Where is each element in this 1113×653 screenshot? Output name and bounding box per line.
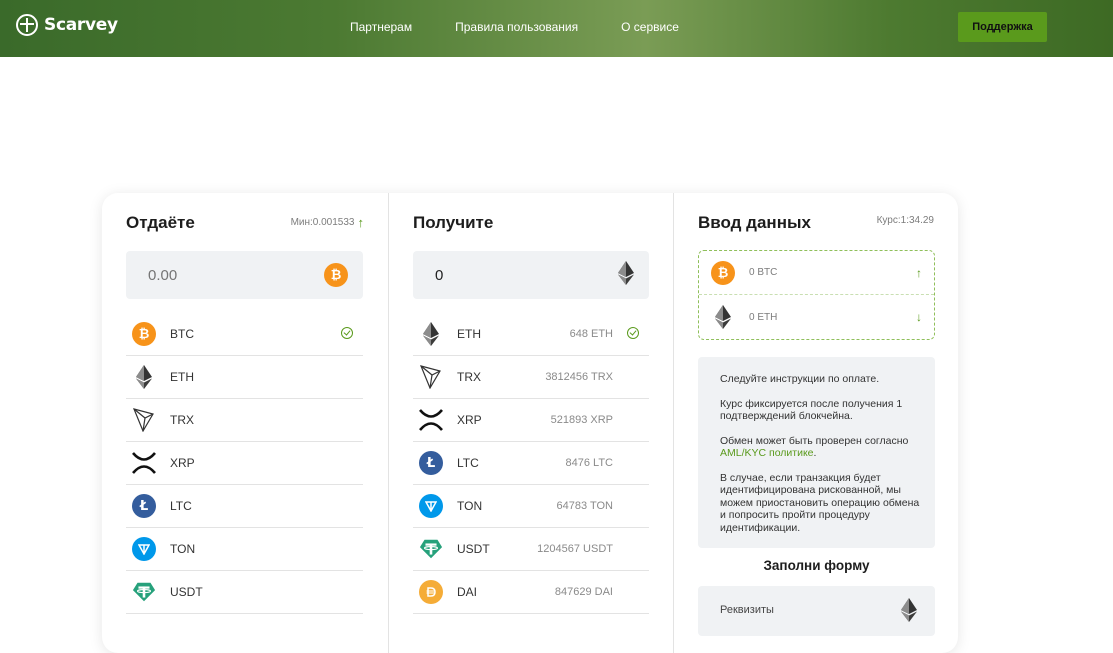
reserve-amount: 8476 LTC (565, 457, 614, 469)
currency-label: ETH (457, 327, 481, 341)
header: Scarvey Партнерам Правила пользования О … (0, 0, 1113, 57)
give-item-ton[interactable]: TON (126, 528, 363, 571)
summary-send-value: 0 BTC (749, 267, 778, 278)
currency-label: USDT (170, 585, 203, 599)
exchange-card: Отдаёте Мин:0.001533 ↑ ₿ ₿ BTC ETH (102, 193, 958, 653)
arrow-down-icon: ↓ (916, 310, 922, 324)
rate-label: Курс:1:34.29 (876, 215, 934, 226)
eth-icon (618, 260, 634, 290)
ltc-icon: Ł (419, 451, 443, 475)
nav-partners[interactable]: Партнерам (350, 20, 412, 34)
receive-item-ton[interactable]: TON 64783 TON (413, 485, 649, 528)
form-title: Заполни форму (763, 558, 870, 573)
usdt-icon (419, 537, 443, 561)
support-button[interactable]: Поддержка (958, 12, 1047, 42)
arrow-up-icon: ↑ (357, 215, 365, 230)
trx-icon (419, 365, 443, 389)
give-amount-box: ₿ (126, 251, 363, 299)
currency-label: XRP (170, 456, 195, 470)
xrp-icon (419, 408, 443, 432)
currency-label: DAI (457, 585, 478, 599)
exchange-summary: ₿ 0 BTC ↑ 0 ETH ↓ (698, 250, 935, 340)
give-item-trx[interactable]: TRX (126, 399, 363, 442)
instruction-1: Следуйте инструкции по оплате. (720, 373, 880, 385)
give-title: Отдаёте (126, 213, 195, 232)
receive-amount-input[interactable] (435, 266, 575, 284)
requisites-field[interactable]: Реквизиты (698, 586, 935, 636)
currency-label: TON (170, 542, 196, 556)
ton-icon (132, 537, 156, 561)
details-title: Ввод данных (698, 213, 811, 232)
min-amount: Мин:0.001533 ↑ (291, 215, 364, 230)
min-amount-label: Мин:0.001533 (290, 217, 355, 228)
currency-label: TON (457, 499, 483, 513)
eth-icon (711, 305, 735, 329)
aml-kyc-link[interactable]: AML/KYC политике (720, 447, 814, 459)
eth-icon (132, 365, 156, 389)
give-item-btc[interactable]: ₿ BTC (126, 313, 363, 356)
receive-amount-box (413, 251, 649, 299)
instruction-3: Обмен может быть проверен согласно AML/K… (720, 434, 909, 460)
give-item-ltc[interactable]: Ł LTC (126, 485, 363, 528)
reserve-amount: 3812456 TRX (545, 371, 613, 383)
receive-item-eth[interactable]: ETH 648 ETH (413, 313, 649, 356)
give-item-usdt[interactable]: USDT (126, 571, 363, 614)
instructions-panel: Следуйте инструкции по оплате. Курс фикс… (698, 357, 935, 548)
instruction-4: В случае, если транзакция будет идентифи… (720, 471, 920, 534)
details-column: Ввод данных Курс:1:34.29 ₿ 0 BTC ↑ 0 ETH… (673, 193, 958, 653)
give-item-eth[interactable]: ETH (126, 356, 363, 399)
btc-icon: ₿ (711, 260, 735, 285)
nav-terms[interactable]: Правила пользования (455, 20, 578, 34)
xrp-icon (132, 451, 156, 475)
currency-label: BTC (170, 327, 194, 341)
currency-label: ETH (170, 370, 194, 384)
eth-icon (419, 322, 443, 346)
arrow-up-icon: ↑ (916, 265, 922, 280)
btc-icon: ₿ (132, 322, 156, 346)
currency-label: TRX (170, 413, 194, 427)
check-icon (627, 327, 639, 339)
summary-send: ₿ 0 BTC ↑ (699, 251, 934, 295)
check-icon (341, 327, 353, 339)
brand-name: Scarvey (44, 15, 118, 35)
requisites-label: Реквизиты (720, 604, 774, 616)
ton-icon (419, 494, 443, 518)
instruction-2: Курс фиксируется после получения 1 подтв… (720, 397, 903, 423)
main-nav: Партнерам Правила пользования О сервисе (350, 20, 679, 34)
logo[interactable]: Scarvey (16, 14, 118, 36)
dai-icon (419, 580, 443, 604)
currency-label: XRP (457, 413, 482, 427)
usdt-icon (132, 580, 156, 604)
reserve-amount: 648 ETH (569, 328, 613, 340)
reserve-amount: 521893 XRP (550, 414, 613, 426)
receive-item-xrp[interactable]: XRP 521893 XRP (413, 399, 649, 442)
give-amount-input[interactable] (148, 266, 288, 284)
reserve-amount: 64783 TON (556, 500, 613, 512)
give-currency-list: ₿ BTC ETH TRX XRP Ł LTC TON USDT (126, 313, 363, 614)
receive-item-dai[interactable]: DAI 847629 DAI (413, 571, 649, 614)
give-column: Отдаёте Мин:0.001533 ↑ ₿ ₿ BTC ETH (102, 193, 388, 653)
receive-item-usdt[interactable]: USDT 1204567 USDT (413, 528, 649, 571)
receive-currency-list: ETH 648 ETH TRX 3812456 TRX XRP 521893 X… (413, 313, 649, 614)
currency-label: TRX (457, 370, 481, 384)
receive-item-trx[interactable]: TRX 3812456 TRX (413, 356, 649, 399)
trx-icon (132, 408, 156, 432)
currency-label: LTC (170, 499, 192, 513)
nav-about[interactable]: О сервисе (621, 20, 679, 34)
summary-receive: 0 ETH ↓ (699, 295, 934, 339)
logo-icon (16, 14, 38, 36)
reserve-amount: 847629 DAI (554, 586, 613, 598)
btc-icon: ₿ (324, 263, 348, 287)
summary-receive-value: 0 ETH (749, 311, 778, 323)
receive-column: Получите ETH 648 ETH TRX 3812456 TR (388, 193, 673, 653)
reserve-amount: 1204567 USDT (537, 543, 613, 555)
ltc-icon: Ł (132, 494, 156, 518)
currency-label: USDT (457, 542, 490, 556)
receive-item-ltc[interactable]: Ł LTC 8476 LTC (413, 442, 649, 485)
receive-title: Получите (413, 213, 494, 232)
give-item-xrp[interactable]: XRP (126, 442, 363, 485)
currency-label: LTC (457, 456, 479, 470)
